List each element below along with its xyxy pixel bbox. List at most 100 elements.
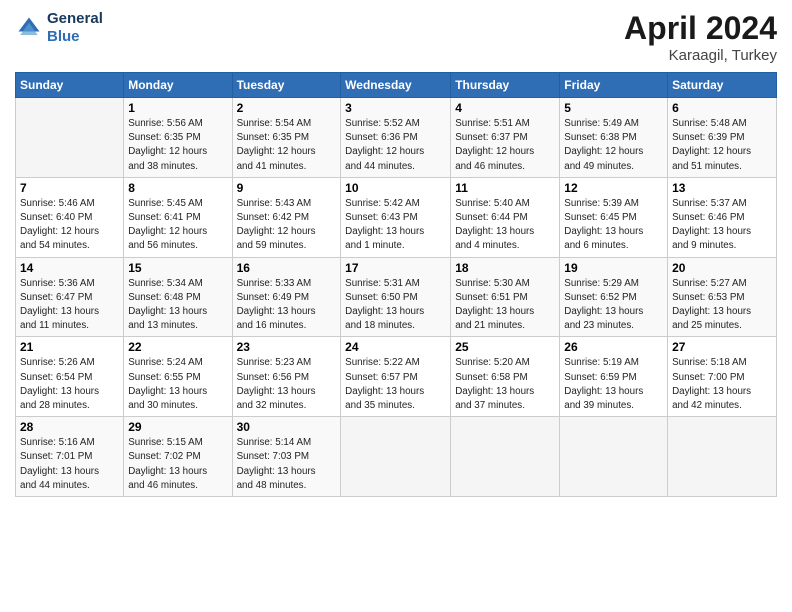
header-row: SundayMondayTuesdayWednesdayThursdayFrid… (16, 73, 777, 98)
calendar-cell: 29 Sunrise: 5:15 AM Sunset: 7:02 PM Dayli… (124, 417, 232, 497)
logo-icon (15, 14, 43, 42)
calendar-cell: 5Sunrise: 5:49 AM Sunset: 6:38 PM Daylig… (560, 98, 668, 178)
day-info: Sunrise: 5:15 AM Sunset: 7:02 PM Dayligh… (128, 436, 227, 493)
day-info: Sunrise: 5:51 AM Sunset: 6:37 PM Dayligh… (455, 117, 555, 174)
day-number: 22 (128, 340, 227, 354)
day-number: 1 (128, 101, 227, 115)
day-number: 23 (237, 340, 337, 354)
calendar-cell: 16Sunrise: 5:33 AM Sunset: 6:49 PM Dayli… (232, 257, 341, 337)
day-number: 17 (345, 261, 446, 275)
day-info: Sunrise: 5:40 AM Sunset: 6:44 PM Dayligh… (455, 197, 555, 254)
calendar-cell: 14Sunrise: 5:36 AM Sunset: 6:47 PM Dayli… (16, 257, 124, 337)
day-info: Sunrise: 5:19 AM Sunset: 6:59 PM Dayligh… (564, 356, 663, 413)
calendar-table: SundayMondayTuesdayWednesdayThursdayFrid… (15, 72, 777, 497)
calendar-cell (560, 417, 668, 497)
calendar-cell: 21Sunrise: 5:26 AM Sunset: 6:54 PM Dayli… (16, 337, 124, 417)
main-container: General Blue April 2024 Karaagil, Turkey… (0, 0, 792, 507)
day-info: Sunrise: 5:36 AM Sunset: 6:47 PM Dayligh… (20, 277, 119, 334)
calendar-cell: 6Sunrise: 5:48 AM Sunset: 6:39 PM Daylig… (668, 98, 777, 178)
day-info: Sunrise: 5:52 AM Sunset: 6:36 PM Dayligh… (345, 117, 446, 174)
calendar-cell (16, 98, 124, 178)
week-row-0: 1Sunrise: 5:56 AM Sunset: 6:35 PM Daylig… (16, 98, 777, 178)
calendar-cell: 26 Sunrise: 5:19 AM Sunset: 6:59 PM Dayli… (560, 337, 668, 417)
day-number: 24 (345, 340, 446, 354)
day-number: 15 (128, 261, 227, 275)
day-info: Sunrise: 5:42 AM Sunset: 6:43 PM Dayligh… (345, 197, 446, 254)
day-info: Sunrise: 5:39 AM Sunset: 6:45 PM Dayligh… (564, 197, 663, 254)
day-info: Sunrise: 5:14 AM Sunset: 7:03 PM Dayligh… (237, 436, 337, 493)
day-info: Sunrise: 5:20 AM Sunset: 6:58 PM Dayligh… (455, 356, 555, 413)
day-number: 4 (455, 101, 555, 115)
day-number: 3 (345, 101, 446, 115)
header-cell-saturday: Saturday (668, 73, 777, 98)
calendar-cell: 20Sunrise: 5:27 AM Sunset: 6:53 PM Dayli… (668, 257, 777, 337)
calendar-cell: 30 Sunrise: 5:14 AM Sunset: 7:03 PM Dayli… (232, 417, 341, 497)
day-info: Sunrise: 5:29 AM Sunset: 6:52 PM Dayligh… (564, 277, 663, 334)
calendar-cell: 17Sunrise: 5:31 AM Sunset: 6:50 PM Dayli… (341, 257, 451, 337)
calendar-cell: 28 Sunrise: 5:16 AM Sunset: 7:01 PM Dayli… (16, 417, 124, 497)
header-cell-thursday: Thursday (451, 73, 560, 98)
calendar-cell: 11 Sunrise: 5:40 AM Sunset: 6:44 PM Dayli… (451, 177, 560, 257)
day-number: 29 (128, 420, 227, 434)
day-number: 9 (237, 181, 337, 195)
calendar-cell (451, 417, 560, 497)
day-number: 25 (455, 340, 555, 354)
calendar-cell: 13 Sunrise: 5:37 AM Sunset: 6:46 PM Dayli… (668, 177, 777, 257)
day-number: 13 (672, 181, 772, 195)
calendar-cell: 8Sunrise: 5:45 AM Sunset: 6:41 PM Daylig… (124, 177, 232, 257)
month-title: April 2024 (624, 10, 777, 47)
header-cell-sunday: Sunday (16, 73, 124, 98)
day-info: Sunrise: 5:26 AM Sunset: 6:54 PM Dayligh… (20, 356, 119, 413)
day-number: 30 (237, 420, 337, 434)
header-cell-tuesday: Tuesday (232, 73, 341, 98)
week-row-1: 7Sunrise: 5:46 AM Sunset: 6:40 PM Daylig… (16, 177, 777, 257)
day-number: 20 (672, 261, 772, 275)
day-info: Sunrise: 5:33 AM Sunset: 6:49 PM Dayligh… (237, 277, 337, 334)
calendar-cell: 19 Sunrise: 5:29 AM Sunset: 6:52 PM Dayli… (560, 257, 668, 337)
calendar-cell: 3 Sunrise: 5:52 AM Sunset: 6:36 PM Daylig… (341, 98, 451, 178)
calendar-cell: 12 Sunrise: 5:39 AM Sunset: 6:45 PM Dayli… (560, 177, 668, 257)
calendar-cell: 23Sunrise: 5:23 AM Sunset: 6:56 PM Dayli… (232, 337, 341, 417)
title-block: April 2024 Karaagil, Turkey (624, 10, 777, 64)
calendar-cell: 4 Sunrise: 5:51 AM Sunset: 6:37 PM Daylig… (451, 98, 560, 178)
week-row-4: 28 Sunrise: 5:16 AM Sunset: 7:01 PM Dayli… (16, 417, 777, 497)
header-cell-friday: Friday (560, 73, 668, 98)
calendar-body: 1Sunrise: 5:56 AM Sunset: 6:35 PM Daylig… (16, 98, 777, 497)
day-number: 18 (455, 261, 555, 275)
header: General Blue April 2024 Karaagil, Turkey (15, 10, 777, 64)
calendar-cell: 22 Sunrise: 5:24 AM Sunset: 6:55 PM Dayli… (124, 337, 232, 417)
day-number: 27 (672, 340, 772, 354)
day-number: 19 (564, 261, 663, 275)
day-info: Sunrise: 5:45 AM Sunset: 6:41 PM Dayligh… (128, 197, 227, 254)
logo-text: General Blue (47, 10, 103, 46)
day-info: Sunrise: 5:22 AM Sunset: 6:57 PM Dayligh… (345, 356, 446, 413)
calendar-header: SundayMondayTuesdayWednesdayThursdayFrid… (16, 73, 777, 98)
calendar-cell: 24 Sunrise: 5:22 AM Sunset: 6:57 PM Dayli… (341, 337, 451, 417)
day-number: 5 (564, 101, 663, 115)
day-number: 11 (455, 181, 555, 195)
calendar-cell: 25 Sunrise: 5:20 AM Sunset: 6:58 PM Dayli… (451, 337, 560, 417)
day-info: Sunrise: 5:18 AM Sunset: 7:00 PM Dayligh… (672, 356, 772, 413)
calendar-cell (341, 417, 451, 497)
day-info: Sunrise: 5:37 AM Sunset: 6:46 PM Dayligh… (672, 197, 772, 254)
day-number: 7 (20, 181, 119, 195)
day-info: Sunrise: 5:16 AM Sunset: 7:01 PM Dayligh… (20, 436, 119, 493)
location-subtitle: Karaagil, Turkey (624, 47, 777, 64)
day-number: 2 (237, 101, 337, 115)
day-number: 6 (672, 101, 772, 115)
calendar-cell: 15Sunrise: 5:34 AM Sunset: 6:48 PM Dayli… (124, 257, 232, 337)
day-number: 26 (564, 340, 663, 354)
calendar-cell: 7Sunrise: 5:46 AM Sunset: 6:40 PM Daylig… (16, 177, 124, 257)
logo: General Blue (15, 10, 103, 46)
calendar-cell: 9 Sunrise: 5:43 AM Sunset: 6:42 PM Daylig… (232, 177, 341, 257)
day-info: Sunrise: 5:43 AM Sunset: 6:42 PM Dayligh… (237, 197, 337, 254)
calendar-cell: 27 Sunrise: 5:18 AM Sunset: 7:00 PM Dayli… (668, 337, 777, 417)
calendar-cell: 2 Sunrise: 5:54 AM Sunset: 6:35 PM Daylig… (232, 98, 341, 178)
day-info: Sunrise: 5:54 AM Sunset: 6:35 PM Dayligh… (237, 117, 337, 174)
day-number: 12 (564, 181, 663, 195)
day-info: Sunrise: 5:24 AM Sunset: 6:55 PM Dayligh… (128, 356, 227, 413)
week-row-3: 21Sunrise: 5:26 AM Sunset: 6:54 PM Dayli… (16, 337, 777, 417)
day-number: 28 (20, 420, 119, 434)
header-cell-wednesday: Wednesday (341, 73, 451, 98)
calendar-cell: 1Sunrise: 5:56 AM Sunset: 6:35 PM Daylig… (124, 98, 232, 178)
